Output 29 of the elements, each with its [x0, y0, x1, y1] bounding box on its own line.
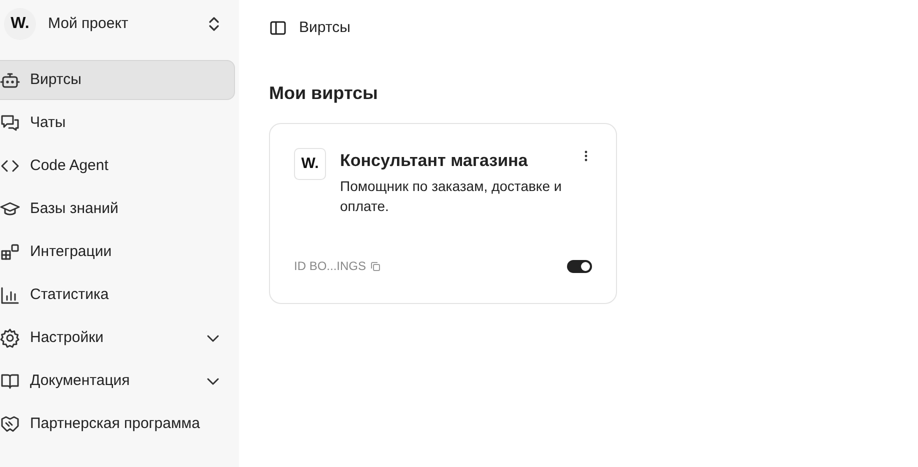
chat-bubbles-icon: [0, 113, 20, 133]
more-icon[interactable]: [584, 150, 588, 162]
breadcrumb[interactable]: Виртсы: [299, 16, 350, 40]
page-heading: Мои виртсы: [269, 82, 379, 105]
gear-icon: [0, 328, 20, 348]
sidebar-item[interactable]: Базы знаний: [0, 189, 235, 229]
agent-description: Помощник по заказам, доставке и оплате.: [340, 177, 563, 216]
blocks-icon: [0, 242, 20, 262]
agent-title: Консультант магазина: [340, 150, 529, 172]
sidebar-item[interactable]: Партнерская программа: [0, 404, 235, 444]
sidebar-item[interactable]: Статистика: [0, 275, 235, 315]
chevron-down-icon[interactable]: [206, 333, 220, 343]
sidebar-item[interactable]: Настройки: [0, 318, 235, 358]
agent-card[interactable]: W. Консультант магазина Помощник по заказам, доставке и оплате. ID BO...INGS: [269, 123, 617, 304]
bar-chart-icon: [0, 285, 20, 305]
sidebar-item[interactable]: Интеграции: [0, 232, 235, 272]
chevron-down-icon[interactable]: [206, 376, 220, 386]
selector-icon[interactable]: [207, 15, 221, 33]
sidebar-item[interactable]: Чаты: [0, 103, 235, 143]
sidebar-toggle-icon[interactable]: [269, 19, 287, 37]
sidebar-item[interactable]: Code Agent: [0, 146, 235, 186]
project-name: Мой проект: [48, 14, 130, 34]
toggle-switch[interactable]: [567, 260, 592, 272]
sidebar-item[interactable]: Виртсы: [0, 60, 235, 100]
agent-id: ID BO...INGS: [294, 258, 366, 275]
project-logo: W.: [4, 8, 36, 40]
sidebar-item[interactable]: Документация: [0, 361, 235, 401]
agent-logo: W.: [294, 148, 326, 180]
copy-icon[interactable]: [370, 260, 382, 272]
